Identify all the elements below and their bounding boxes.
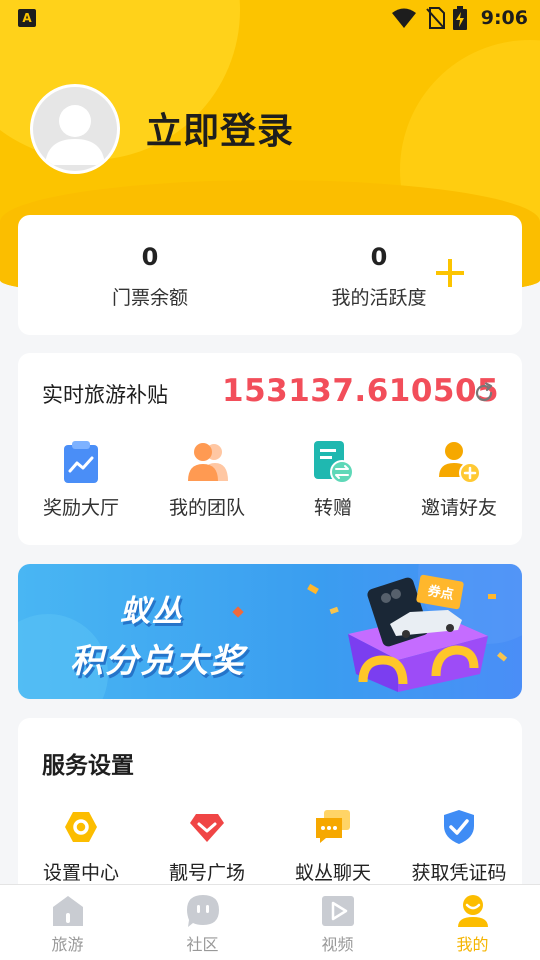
transfer-icon xyxy=(314,441,354,484)
settings-icon xyxy=(65,812,97,842)
wifi-icon xyxy=(391,8,416,28)
banner-title-line2: 积分兑大奖 xyxy=(70,641,245,680)
profile-icon xyxy=(457,895,488,927)
get-voucher-code-label: 获取凭证码 xyxy=(411,862,507,884)
invite-friend-button[interactable]: 邀请好友 xyxy=(396,437,522,527)
service-title: 服务设置 xyxy=(42,753,134,779)
chat-icon xyxy=(316,810,350,843)
tab-video-label: 视频 xyxy=(321,935,354,954)
tab-travel[interactable]: 旅游 xyxy=(0,885,135,960)
battery-charging-icon xyxy=(452,6,467,30)
settings-center-button[interactable]: 设置中心 xyxy=(18,808,144,885)
chat-button[interactable]: 蚁丛聊天 xyxy=(270,808,396,885)
diamond-icon xyxy=(190,814,224,842)
transfer-button[interactable]: 转赠 xyxy=(270,437,396,527)
subsidy-value: 153137.610505 xyxy=(222,373,500,409)
transfer-label: 转赠 xyxy=(313,497,352,519)
home-icon xyxy=(52,896,83,926)
ticket-balance-value: 0 xyxy=(141,243,159,271)
my-team-button[interactable]: 我的团队 xyxy=(144,437,270,527)
clock: 9:06 xyxy=(480,7,528,29)
tab-travel-label: 旅游 xyxy=(51,935,84,954)
subsidy-card: 实时旅游补贴 153137.610505 奖励大厅 我的团队 转赠 邀请好友 xyxy=(18,353,522,545)
status-bar: A 9:06 xyxy=(0,0,540,36)
tab-community[interactable]: 社区 xyxy=(135,885,270,960)
chat-label: 蚁丛聊天 xyxy=(294,862,371,884)
invite-friend-icon xyxy=(439,442,481,484)
ticket-balance-label: 门票余额 xyxy=(111,287,188,309)
ticket-balance[interactable]: 0 门票余额 xyxy=(50,243,250,310)
promo-banner[interactable]: 蚁丛 积分兑大奖 券点 xyxy=(18,564,522,699)
plus-icon[interactable] xyxy=(432,255,468,291)
tab-mine-label: 我的 xyxy=(456,935,489,954)
reward-hall-icon xyxy=(64,441,98,483)
reward-hall-button[interactable]: 奖励大厅 xyxy=(18,437,144,527)
reward-hall-label: 奖励大厅 xyxy=(42,497,119,519)
subsidy-label: 实时旅游补贴 xyxy=(42,383,168,407)
shield-check-icon xyxy=(444,810,474,844)
get-voucher-code-button[interactable]: 获取凭证码 xyxy=(396,808,522,885)
my-team-label: 我的团队 xyxy=(168,497,245,519)
banner-title-line1: 蚁丛 xyxy=(120,594,184,629)
video-icon xyxy=(321,896,354,926)
refresh-icon[interactable] xyxy=(472,381,496,405)
community-icon xyxy=(186,895,219,927)
default-user-avatar xyxy=(45,105,105,165)
vanity-number-button[interactable]: 靓号广场 xyxy=(144,808,270,885)
bottom-nav: 旅游 社区 视频 我的 xyxy=(0,884,540,960)
settings-center-label: 设置中心 xyxy=(42,862,119,884)
tab-video[interactable]: 视频 xyxy=(270,885,405,960)
no-sim-icon xyxy=(425,7,445,29)
stats-card: 0 门票余额 0 我的活跃度 xyxy=(18,215,522,335)
login-button[interactable]: 立即登录 xyxy=(146,102,294,154)
avatar[interactable] xyxy=(30,84,120,174)
invite-friend-label: 邀请好友 xyxy=(420,497,497,519)
tab-mine[interactable]: 我的 xyxy=(405,885,540,960)
app-notification-icon: A xyxy=(18,9,36,27)
team-icon xyxy=(188,443,228,481)
vanity-number-label: 靓号广场 xyxy=(168,862,245,884)
tab-community-label: 社区 xyxy=(186,935,219,954)
